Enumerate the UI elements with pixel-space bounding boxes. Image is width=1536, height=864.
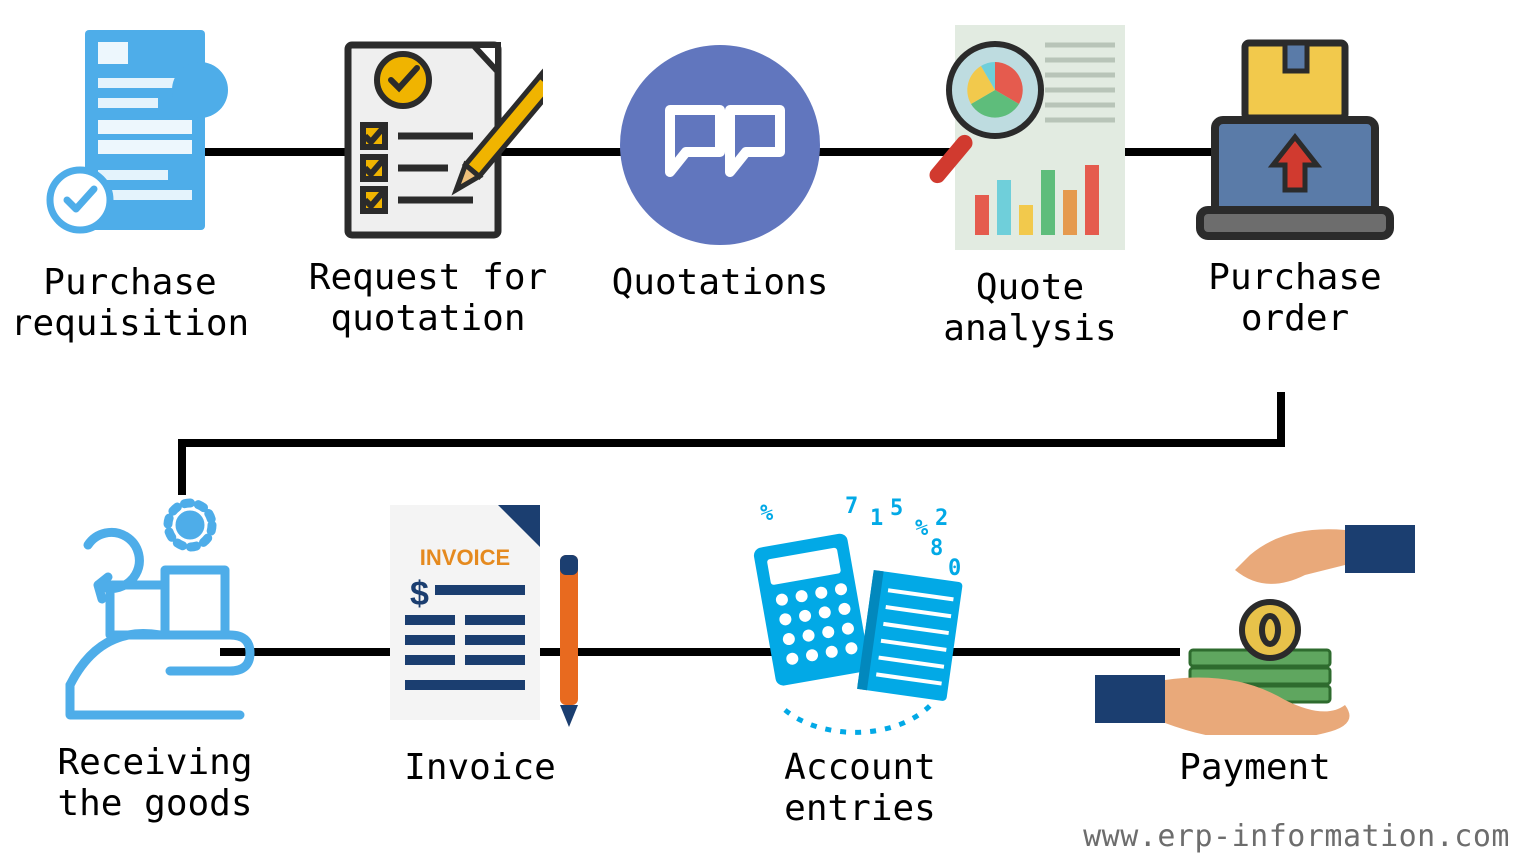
step-label: Purchase order	[1180, 257, 1410, 340]
speech-bubbles-icon	[615, 40, 825, 250]
svg-text:5: 5	[890, 496, 903, 521]
hand-boxes-gear-icon	[40, 485, 270, 730]
step-purchase-order: Purchase order	[1180, 35, 1410, 340]
step-receiving-goods: Receiving the goods	[15, 485, 295, 825]
svg-text:%: %	[915, 516, 929, 541]
diagram-canvas: Purchase requisition	[0, 0, 1536, 864]
invoice-badge-text: INVOICE	[420, 545, 510, 570]
step-purchase-requisition: Purchase requisition	[0, 20, 260, 345]
document-magnify-icon	[30, 20, 230, 250]
svg-text:7: 7	[845, 494, 858, 519]
step-label: Account entries	[720, 747, 1000, 830]
step-label: Request for quotation	[268, 257, 588, 340]
hands-coin-cash-icon	[1095, 500, 1415, 735]
step-account-entries: % 7 1 5 % 2 8 0	[720, 485, 1000, 830]
step-label: Purchase requisition	[0, 262, 260, 345]
svg-text:2: 2	[935, 506, 948, 531]
step-payment: Payment	[1090, 500, 1420, 788]
step-quote-analysis: Quote analysis	[905, 20, 1155, 350]
step-label: Invoice	[340, 747, 620, 788]
svg-text:%: %	[760, 501, 774, 526]
step-label: Quotations	[590, 262, 850, 303]
svg-text:$: $	[410, 575, 429, 613]
calculator-ledger-icon: % 7 1 5 % 2 8 0	[730, 485, 990, 735]
step-label: Payment	[1090, 747, 1420, 788]
footer-attribution: www.erp-information.com	[1083, 819, 1510, 854]
report-magnify-chart-icon	[925, 20, 1135, 255]
svg-text:0: 0	[948, 556, 961, 581]
step-quotations: Quotations	[590, 40, 850, 303]
step-invoice: INVOICE $ Invoice	[340, 495, 620, 788]
connector-bridge	[178, 439, 1285, 447]
checklist-pencil-icon	[313, 30, 543, 245]
svg-text:1: 1	[870, 506, 883, 531]
step-label: Quote analysis	[905, 267, 1155, 350]
step-label: Receiving the goods	[15, 742, 295, 825]
step-request-for-quotation: Request for quotation	[268, 30, 588, 340]
laptop-box-upload-icon	[1185, 35, 1405, 245]
invoice-document-icon: INVOICE $	[360, 495, 600, 735]
svg-text:8: 8	[930, 536, 943, 561]
